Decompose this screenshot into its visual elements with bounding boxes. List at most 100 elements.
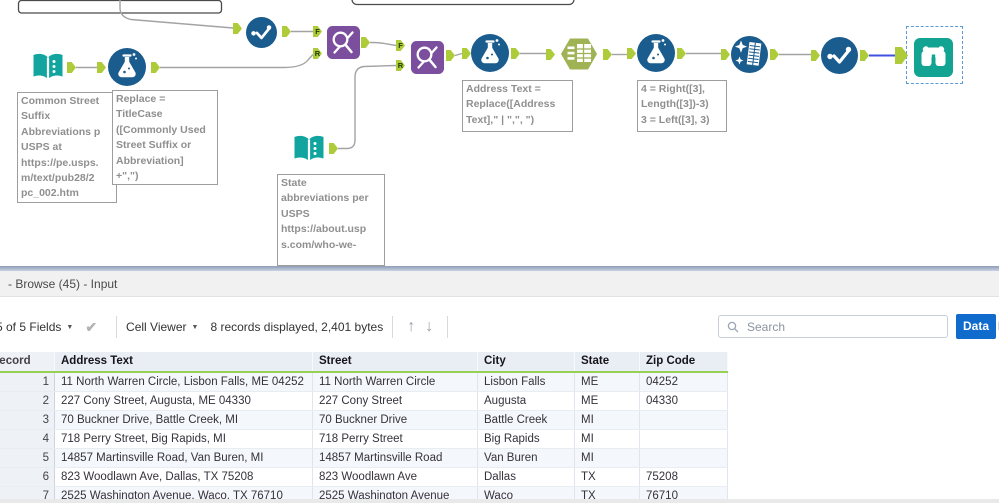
toolbar-divider xyxy=(392,316,393,338)
tool-formula-1[interactable] xyxy=(108,48,146,86)
data-cleansing-icon xyxy=(731,36,768,73)
data-cell: ME xyxy=(575,373,640,391)
data-cell xyxy=(640,411,728,429)
data-tab-button[interactable]: Data xyxy=(956,314,996,339)
wire-textinput2-to-findreplace2-r[interactable] xyxy=(338,66,396,149)
results-toolbar: 5 of 5 Fields ▼ ✔ Cell Viewer ▼ 8 record… xyxy=(0,312,999,342)
tool-text-to-columns[interactable] xyxy=(559,35,599,73)
data-cell: 718 Perry Street xyxy=(313,430,478,448)
data-cell: 75208 xyxy=(640,468,728,486)
alteryx-window: Common Street Suffix Abbreviations p USP… xyxy=(0,0,999,503)
annotation-replace-titlecase[interactable]: Replace = TitleCase ([Commonly Used Stre… xyxy=(112,90,218,185)
data-cell: 70 Buckner Drive xyxy=(313,411,478,429)
apply-check-icon[interactable]: ✔ xyxy=(85,319,97,336)
annotation-right-left-formula[interactable]: 4 = Right([3], Length([3])-3) 3 = Left([… xyxy=(637,80,727,132)
fields-dropdown[interactable]: 5 of 5 Fields xyxy=(0,320,61,334)
data-cell: MI xyxy=(575,449,640,467)
formula-flask-icon xyxy=(108,48,146,86)
formula-flask-icon xyxy=(637,34,675,72)
wire-findreplace1-to-findreplace2-f[interactable] xyxy=(370,43,396,46)
results-panel-title: - Browse (45) - Input xyxy=(0,271,999,297)
column-header-state[interactable]: State xyxy=(575,352,640,371)
annotation-state-source[interactable]: State abbreviations per USPS https://abo… xyxy=(277,174,385,266)
data-cell: 04252 xyxy=(640,373,728,391)
annotation-box-partial-right[interactable] xyxy=(352,0,574,5)
record-number-cell: 1 xyxy=(0,373,55,391)
formula-flask-icon xyxy=(471,34,509,72)
annotation-suffix-source[interactable]: Common Street Suffix Abbreviations p USP… xyxy=(17,92,117,203)
tool-text-input-2[interactable] xyxy=(291,132,327,168)
record-number-cell: 2 xyxy=(0,392,55,410)
results-panel: - Browse (45) - Input 5 of 5 Fields ▼ ✔ … xyxy=(0,266,999,503)
data-cell: Lisbon Falls xyxy=(478,373,575,391)
table-row[interactable]: 4718 Perry Street, Big Rapids, MI718 Per… xyxy=(0,430,728,449)
results-bottom-strip xyxy=(0,499,999,503)
chevron-down-icon[interactable]: ▼ xyxy=(66,324,73,331)
browse-binoculars-icon xyxy=(914,38,953,77)
search-icon xyxy=(727,321,739,333)
table-row[interactable]: 370 Buckner Drive, Battle Creek, MI70 Bu… xyxy=(0,411,728,430)
records-info: 8 records displayed, 2,401 bytes xyxy=(210,320,383,334)
record-number-cell: 5 xyxy=(0,449,55,467)
text-input-book-icon xyxy=(291,132,327,168)
cell-viewer-dropdown[interactable]: Cell Viewer xyxy=(126,320,186,334)
data-cell: 11 North Warren Circle, Lisbon Falls, ME… xyxy=(55,373,313,391)
unique-check-icon xyxy=(821,37,858,74)
data-cell: 823 Woodlawn Ave, Dallas, TX 75208 xyxy=(55,468,313,486)
data-cell xyxy=(640,430,728,448)
data-cell: Big Rapids xyxy=(478,430,575,448)
down-arrow-button[interactable]: ↓ xyxy=(425,318,433,336)
text-to-columns-icon xyxy=(559,35,599,73)
results-table-body: 111 North Warren Circle, Lisbon Falls, M… xyxy=(0,373,728,503)
data-cell: Battle Creek xyxy=(478,411,575,429)
tool-text-input-1[interactable] xyxy=(30,50,66,86)
data-cell xyxy=(640,449,728,467)
column-header-record[interactable]: Record xyxy=(0,352,55,371)
table-row[interactable]: 514857 Martinsville Road, Van Buren, MI1… xyxy=(0,449,728,468)
data-cell: 14857 Martinsville Road xyxy=(313,449,478,467)
unique-check-icon xyxy=(246,17,277,48)
table-row[interactable]: 111 North Warren Circle, Lisbon Falls, M… xyxy=(0,373,728,392)
column-header-zip-code[interactable]: Zip Code xyxy=(640,352,728,371)
wire-formula1-to-findreplace1-r[interactable] xyxy=(160,55,313,68)
data-cell: 823 Woodlawn Ave xyxy=(313,468,478,486)
data-cell: TX xyxy=(575,468,640,486)
column-header-address-text[interactable]: Address Text xyxy=(55,352,313,371)
data-cell: 70 Buckner Drive, Battle Creek, MI xyxy=(55,411,313,429)
tool-find-replace-2[interactable] xyxy=(411,41,444,74)
data-cell: Dallas xyxy=(478,468,575,486)
tool-formula-2[interactable] xyxy=(471,34,509,72)
data-cell: Van Buren xyxy=(478,449,575,467)
find-replace-icon xyxy=(327,26,360,59)
tool-unique-1[interactable] xyxy=(246,17,277,48)
up-arrow-button[interactable]: ↑ xyxy=(407,318,415,336)
data-cell: 11 North Warren Circle xyxy=(313,373,478,391)
toolbar-divider xyxy=(116,316,117,338)
tool-data-cleansing[interactable] xyxy=(731,36,768,73)
data-cell: 718 Perry Street, Big Rapids, MI xyxy=(55,430,313,448)
search-box[interactable] xyxy=(718,315,948,338)
results-table-header: RecordAddress TextStreetCityStateZip Cod… xyxy=(0,352,728,373)
data-cell: MI xyxy=(575,411,640,429)
column-header-city[interactable]: City xyxy=(478,352,575,371)
data-cell: 14857 Martinsville Road, Van Buren, MI xyxy=(55,449,313,467)
record-number-cell: 4 xyxy=(0,430,55,448)
text-input-book-icon xyxy=(30,50,66,86)
tool-find-replace-1[interactable] xyxy=(327,26,360,59)
toolbar-divider xyxy=(447,316,448,338)
workflow-canvas[interactable]: Common Street Suffix Abbreviations p USP… xyxy=(0,0,999,266)
tool-browse[interactable] xyxy=(914,38,953,77)
table-row[interactable]: 2227 Cony Street, Augusta, ME 04330227 C… xyxy=(0,392,728,411)
search-input[interactable] xyxy=(745,319,947,335)
results-table: RecordAddress TextStreetCityStateZip Cod… xyxy=(0,352,728,503)
chevron-down-icon[interactable]: ▼ xyxy=(192,324,199,331)
data-cell: 227 Cony Street xyxy=(313,392,478,410)
data-cell: MI xyxy=(575,430,640,448)
wire-findreplace2-to-formula2[interactable] xyxy=(455,54,462,56)
column-header-street[interactable]: Street xyxy=(313,352,478,371)
find-replace-icon xyxy=(411,41,444,74)
tool-unique-2[interactable] xyxy=(821,37,858,74)
tool-formula-3[interactable] xyxy=(637,34,675,72)
table-row[interactable]: 6823 Woodlawn Ave, Dallas, TX 75208823 W… xyxy=(0,468,728,487)
annotation-address-replace[interactable]: Address Text = Replace([Address Text]," … xyxy=(462,80,573,132)
